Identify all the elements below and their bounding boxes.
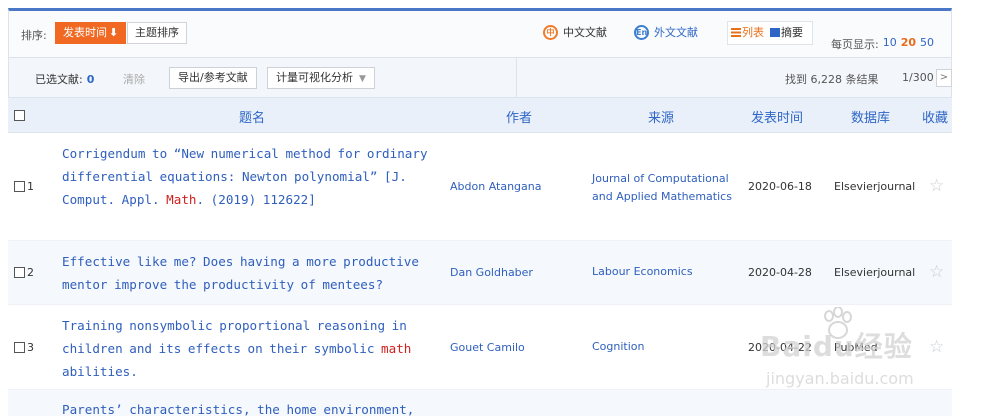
selection-tools: 已选文献: 0 清除 导出/参考文献 计量可视化分析 ▼ [9, 58, 517, 97]
source-link[interactable]: Journal of Computational and Applied Mat… [592, 170, 742, 206]
title-text: . (2019) 112622] [196, 192, 316, 207]
page-indicator: 1/300 [902, 71, 934, 84]
chinese-literature-icon: 中 [543, 24, 558, 40]
selection-bar: 已选文献: 0 清除 导出/参考文献 计量可视化分析 ▼ 找到 6,228 条结果 … [8, 58, 952, 98]
sort-by-date-label: 发表时间 [63, 26, 107, 39]
table-row: 3 Training nonsymbolic proportional reas… [8, 305, 952, 390]
row-index: 3 [27, 341, 34, 354]
table-row: 1 Corrigendum to “New numerical method f… [8, 133, 952, 241]
sort-bar: 排序: 发表时间 ⬇ 主题排序 中 中文文献 En 外文文献 列表 摘要 每页显示… [8, 8, 952, 58]
clear-selection-link[interactable]: 清除 [123, 71, 145, 87]
publish-date: 2020-04-22 [748, 341, 812, 354]
sort-label: 排序: [21, 29, 47, 42]
header-favorite[interactable]: 收藏 [922, 107, 948, 126]
foreign-literature-link[interactable]: En 外文文献 [634, 24, 698, 40]
sort-by-date-button[interactable]: 发表时间 ⬇ [55, 22, 127, 44]
sort-by-topic-button[interactable]: 主题排序 [127, 22, 187, 44]
select-all-checkbox[interactable] [14, 110, 25, 121]
row-checkbox[interactable] [14, 267, 25, 278]
row-index: 2 [27, 266, 34, 279]
table-header: 题名 作者 来源 发表时间 数据库 收藏 [8, 98, 952, 133]
per-page-10[interactable]: 10 [883, 36, 897, 52]
selected-label-text: 已选文献: [35, 73, 83, 86]
author-link[interactable]: Gouet Camilo [450, 341, 525, 354]
publish-date: 2020-04-28 [748, 266, 812, 279]
next-page-button[interactable]: > [936, 69, 952, 87]
table-row: 2 Effective like me? Does having a more … [8, 241, 952, 305]
star-icon[interactable]: ☆ [929, 176, 944, 196]
chinese-literature-label: 中文文献 [563, 26, 607, 39]
per-page-50[interactable]: 50 [920, 36, 934, 52]
database-name: Elsevierjournal [834, 180, 916, 193]
result-count: 找到 6,228 条结果 [785, 73, 879, 86]
export-references-button[interactable]: 导出/参考文献 [169, 67, 257, 89]
abstract-icon [770, 27, 780, 37]
list-view-button[interactable]: 列表 [731, 24, 764, 40]
author-link[interactable]: Abdon Atangana [450, 180, 541, 193]
sort-by-topic-label: 主题排序 [135, 26, 179, 39]
chinese-literature-link[interactable]: 中 中文文献 [543, 24, 607, 40]
header-title[interactable]: 题名 [239, 107, 265, 126]
list-view-label: 列表 [742, 26, 764, 39]
source-link[interactable]: Labour Economics [592, 263, 742, 281]
star-icon[interactable]: ☆ [929, 262, 944, 282]
abstract-view-button[interactable]: 摘要 [770, 24, 803, 40]
chevron-down-icon: ▼ [359, 74, 366, 84]
header-date[interactable]: 发表时间 [751, 107, 803, 126]
table-row: Parents’ characteristics, the home envir… [8, 390, 952, 416]
selected-count: 0 [86, 73, 95, 86]
row-checkbox[interactable] [14, 342, 25, 353]
row-index: 1 [27, 180, 34, 193]
arrow-down-icon: ⬇ [109, 26, 119, 39]
per-page-20[interactable]: 20 [901, 36, 916, 52]
header-source[interactable]: 来源 [648, 107, 674, 126]
source-link[interactable]: Cognition [592, 338, 742, 356]
result-title-link[interactable]: Training nonsymbolic proportional reason… [62, 314, 446, 383]
header-author[interactable]: 作者 [506, 107, 532, 126]
title-text: abilities. [62, 364, 138, 379]
row-checkbox[interactable] [14, 181, 25, 192]
result-title-link[interactable]: Corrigendum to “New numerical method for… [62, 142, 446, 211]
visual-analysis-dropdown[interactable]: 计量可视化分析 ▼ [267, 67, 375, 89]
export-references-label: 导出/参考文献 [178, 71, 248, 84]
star-icon[interactable]: ☆ [929, 337, 944, 357]
foreign-literature-label: 外文文献 [654, 26, 698, 39]
author-link[interactable]: Dan Goldhaber [450, 266, 533, 279]
foreign-literature-icon: En [634, 24, 649, 40]
publish-date: 2020-06-18 [748, 180, 812, 193]
list-icon [731, 27, 741, 37]
abstract-view-label: 摘要 [781, 26, 803, 39]
database-name: PubMed [834, 341, 878, 354]
visual-analysis-label: 计量可视化分析 [276, 71, 353, 84]
result-title-link[interactable]: Parents’ characteristics, the home envir… [62, 398, 446, 416]
title-text: Training nonsymbolic proportional reason… [62, 318, 407, 356]
database-name: Elsevierjournal [834, 266, 916, 279]
selected-count-label: 已选文献: 0 [35, 71, 94, 87]
per-page-selector: 每页显示: 10 20 50 [831, 36, 934, 52]
title-highlight: Math [166, 192, 197, 207]
header-database[interactable]: 数据库 [851, 107, 890, 126]
result-title-link[interactable]: Effective like me? Does having a more pr… [62, 250, 446, 296]
title-highlight: math [381, 341, 412, 356]
per-page-label: 每页显示: [831, 38, 879, 51]
